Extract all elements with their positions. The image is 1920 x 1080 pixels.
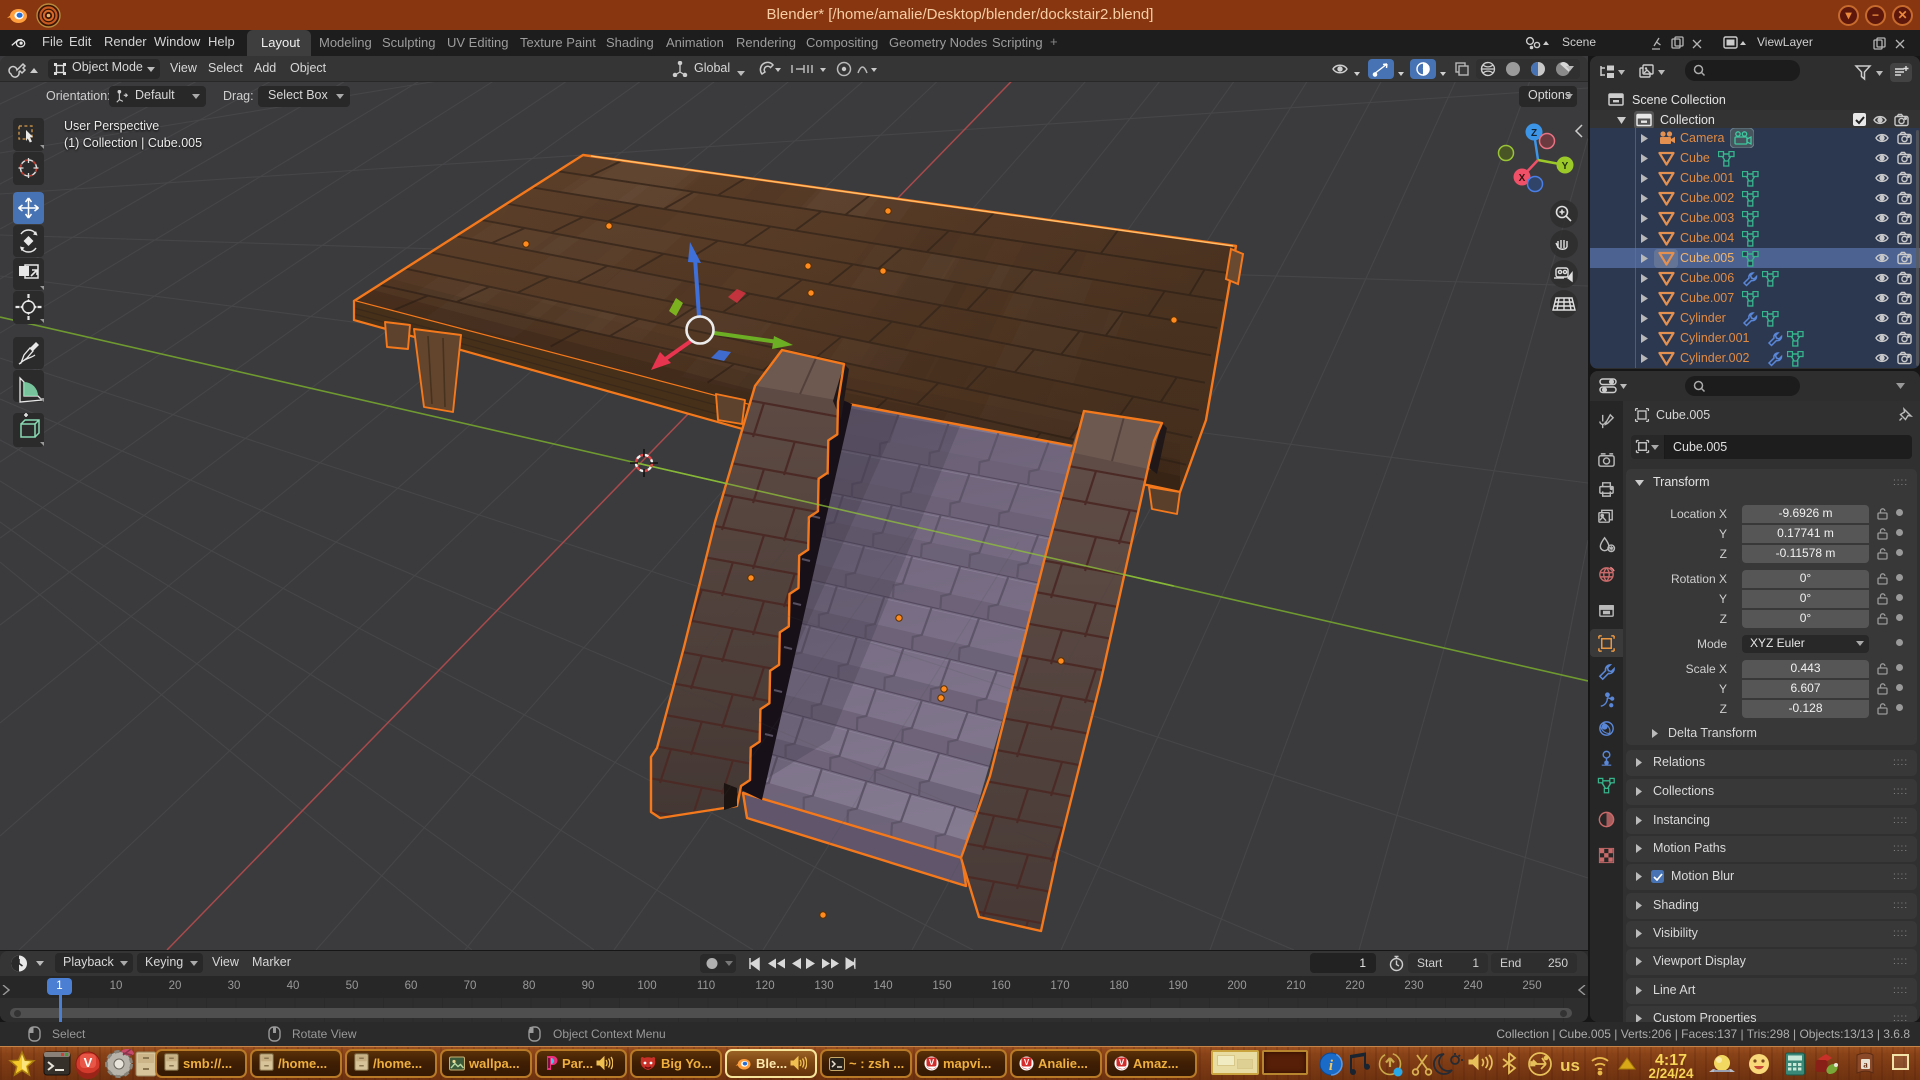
svg-text:V: V [929, 1058, 935, 1067]
svg-text:X: X [1519, 173, 1526, 184]
svg-text:V: V [1024, 1058, 1030, 1067]
svg-text:a: a [1863, 1060, 1868, 1070]
svg-text:Z: Z [1531, 128, 1537, 139]
svg-text:2/24/24: 2/24/24 [1648, 1066, 1694, 1079]
svg-text:Y: Y [1562, 161, 1569, 172]
svg-text:V: V [1119, 1058, 1125, 1067]
svg-text:us: us [1560, 1056, 1580, 1075]
svg-text:V: V [84, 1055, 93, 1070]
